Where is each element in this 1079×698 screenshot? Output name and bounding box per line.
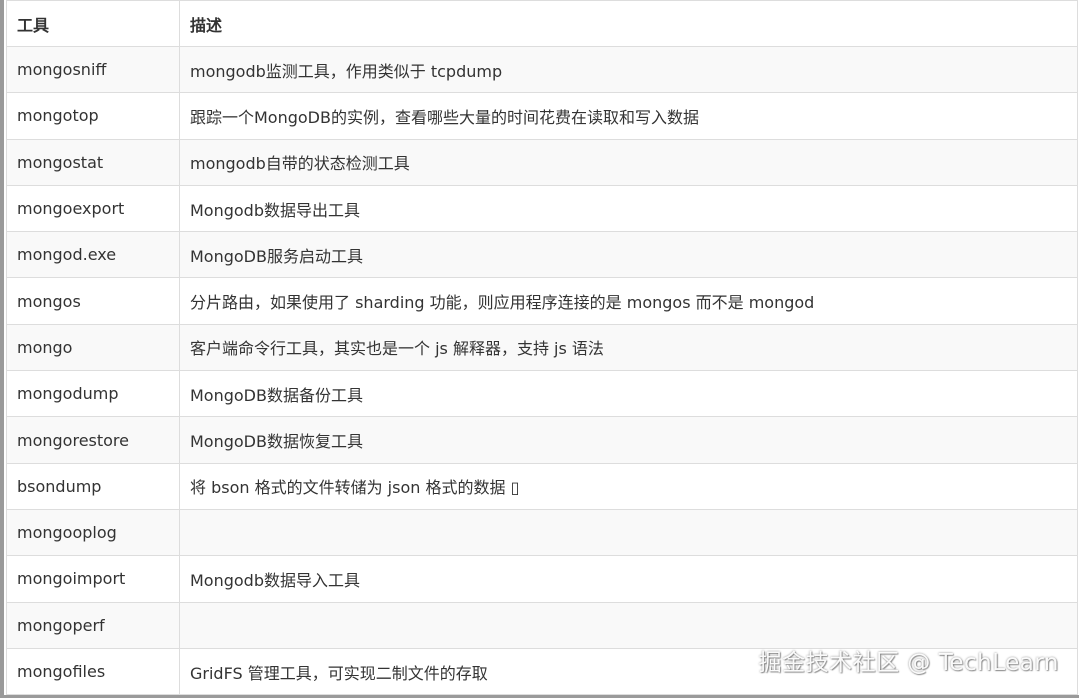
tool-name-mongooplog: mongooplog	[6, 508, 180, 557]
header-description: 描述	[179, 0, 1078, 47]
tool-description: 分片路由，如果使用了 sharding 功能，则应用程序连接的是 mongos …	[179, 277, 1078, 325]
table-row: mongooplog	[6, 508, 1078, 557]
tool-name-mongotop: mongotop	[6, 92, 180, 140]
tool-description: Mongodb数据导入工具	[179, 555, 1078, 603]
tool-description: Mongodb数据导出工具	[179, 184, 1078, 233]
tool-description: mongodb监测工具，作用类似于 tcpdump	[179, 45, 1078, 94]
tool-description: 跟踪一个MongoDB的实例，查看哪些大量的时间花费在读取和写入数据	[179, 92, 1078, 140]
tools-table: 工具 描述 mongosniff mongodb监测工具，作用类似于 tcpdu…	[6, 0, 1078, 695]
tool-description: MongoDB数据恢复工具	[179, 416, 1078, 464]
table-row: mongostat mongodb自带的状态检测工具	[6, 138, 1078, 186]
tool-name-bsondump: bsondump	[6, 462, 180, 510]
table-row: mongoexport Mongodb数据导出工具	[6, 184, 1078, 233]
tool-name-mongostat: mongostat	[6, 138, 180, 186]
table-row: bsondump 将 bson 格式的文件转储为 json 格式的数据 ▯	[6, 462, 1078, 510]
tool-name-mongo: mongo	[6, 323, 180, 372]
table-row: mongodump MongoDB数据备份工具	[6, 370, 1078, 418]
tool-name-mongod-exe: mongod.exe	[6, 231, 180, 279]
tool-name-mongosniff: mongosniff	[6, 45, 180, 94]
tool-name-mongodump: mongodump	[6, 370, 180, 418]
tool-description	[179, 508, 1078, 557]
table-row: mongorestore MongoDB数据恢复工具	[6, 416, 1078, 464]
table-row: mongoimport Mongodb数据导入工具	[6, 555, 1078, 603]
header-tool: 工具	[6, 0, 180, 47]
page: 工具 描述 mongosniff mongodb监测工具，作用类似于 tcpdu…	[0, 0, 1079, 698]
table-row: mongod.exe MongoDB服务启动工具	[6, 231, 1078, 279]
tool-description: MongoDB服务启动工具	[179, 231, 1078, 279]
tool-name-mongorestore: mongorestore	[6, 416, 180, 464]
table-row: mongosniff mongodb监测工具，作用类似于 tcpdump	[6, 45, 1078, 94]
tool-description: GridFS 管理工具，可实现二制文件的存取	[179, 647, 1078, 695]
tool-name-mongoimport: mongoimport	[6, 555, 180, 603]
tool-description: 将 bson 格式的文件转储为 json 格式的数据 ▯	[179, 462, 1078, 510]
table-row: mongotop 跟踪一个MongoDB的实例，查看哪些大量的时间花费在读取和写…	[6, 92, 1078, 140]
table-header-row: 工具 描述	[6, 0, 1078, 47]
tool-name-mongoexport: mongoexport	[6, 184, 180, 233]
table-row: mongos 分片路由，如果使用了 sharding 功能，则应用程序连接的是 …	[6, 277, 1078, 325]
table-row: mongo 客户端命令行工具，其实也是一个 js 解释器，支持 js 语法	[6, 323, 1078, 372]
tool-name-mongofiles: mongofiles	[6, 647, 180, 695]
tool-description: mongodb自带的状态检测工具	[179, 138, 1078, 186]
tool-description	[179, 601, 1078, 649]
table-row: mongofiles GridFS 管理工具，可实现二制文件的存取	[6, 647, 1078, 695]
tool-name-mongoperf: mongoperf	[6, 601, 180, 649]
tool-description: MongoDB数据备份工具	[179, 370, 1078, 418]
tool-name-mongos: mongos	[6, 277, 180, 325]
table-row: mongoperf	[6, 601, 1078, 649]
tool-description: 客户端命令行工具，其实也是一个 js 解释器，支持 js 语法	[179, 323, 1078, 372]
